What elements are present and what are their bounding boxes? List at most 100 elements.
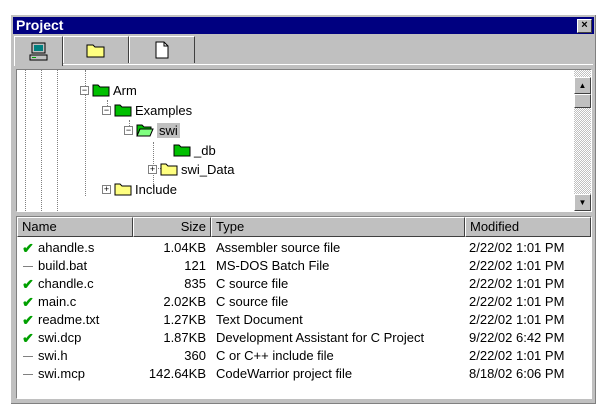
close-icon: × — [581, 19, 588, 31]
file-name: chandle.c — [38, 276, 94, 291]
tree-node-db[interactable]: _db — [173, 140, 216, 160]
file-size: 121 — [184, 258, 206, 273]
window-title: Project — [16, 17, 64, 33]
arrow-down-icon: ▼ — [578, 198, 587, 207]
file-type: Development Assistant for C Project — [216, 330, 425, 345]
tree-node-swi-data[interactable]: + swi_Data — [148, 159, 234, 179]
unchecked-dash-icon — [21, 365, 35, 383]
tree-node-include[interactable]: + Include — [102, 179, 177, 199]
file-name-cell: ✔ swi.dcp — [21, 329, 81, 347]
file-rows: ✔ ahandle.s 1.04KB Assembler source file 2/2… — [17, 239, 591, 383]
checkmark-icon: ✔ — [22, 294, 34, 310]
file-row[interactable]: ✔ swi.dcp 1.87KB Development Assistant for … — [17, 329, 591, 347]
file-size: 1.04KB — [163, 240, 206, 255]
file-size: 1.27KB — [163, 312, 206, 327]
expand-icon[interactable]: + — [102, 184, 111, 194]
file-type: CodeWarrior project file — [216, 366, 353, 381]
folder-tree[interactable]: − Arm − Examples − swi _db + swi_Data + … — [17, 70, 574, 211]
column-header-type[interactable]: Type — [211, 217, 465, 237]
file-name: readme.txt — [38, 312, 100, 327]
file-name-cell: build.bat — [21, 257, 87, 275]
project-window: Project × − Arm − Examples − swi _db + s… — [10, 14, 596, 404]
close-button[interactable]: × — [577, 19, 592, 33]
file-size: 2.02KB — [163, 294, 206, 309]
unchecked-dash-icon — [21, 347, 35, 365]
unchecked-dash-icon — [21, 257, 35, 275]
file-type: Assembler source file — [216, 240, 341, 255]
file-type: C source file — [216, 276, 289, 291]
tab-folders[interactable] — [63, 36, 129, 63]
folder-icon — [86, 44, 105, 58]
folder-icon — [173, 144, 191, 157]
file-row[interactable]: ✔ main.c 2.02KB C source file 2/22/02 1:01 P… — [17, 293, 591, 311]
arrow-up-icon: ▲ — [578, 81, 587, 90]
folder-icon — [114, 104, 132, 117]
column-header-size[interactable]: Size — [133, 217, 211, 237]
file-row[interactable]: ✔ ahandle.s 1.04KB Assembler source file 2/2… — [17, 239, 591, 257]
tab-strip — [14, 36, 593, 66]
file-modified: 2/22/02 1:01 PM — [469, 312, 565, 327]
folder-icon — [114, 183, 132, 196]
column-header-name[interactable]: Name — [17, 217, 133, 237]
file-modified: 2/22/02 1:01 PM — [469, 240, 565, 255]
checkmark-icon: ✔ — [22, 240, 34, 256]
file-size: 142.64KB — [148, 366, 206, 381]
file-modified: 2/22/02 1:01 PM — [469, 348, 565, 363]
tree-node-label: Include — [135, 181, 177, 197]
tree-node-label: Arm — [113, 82, 137, 98]
checkmark-icon: ✔ — [22, 312, 34, 328]
computer-icon — [29, 42, 47, 60]
collapse-icon[interactable]: − — [124, 125, 133, 135]
expand-icon[interactable]: + — [148, 164, 157, 174]
file-modified: 2/22/02 1:01 PM — [469, 258, 565, 273]
scroll-up-button[interactable]: ▲ — [574, 77, 591, 94]
file-row[interactable]: swi.mcp 142.64KB CodeWarrior project file 8… — [17, 365, 591, 383]
file-name: swi.mcp — [38, 366, 85, 381]
tree-scrollbar[interactable]: ▲ ▼ — [574, 70, 591, 211]
file-modified: 9/22/02 6:42 PM — [469, 330, 565, 345]
tree-node-swi[interactable]: − swi — [124, 120, 180, 140]
open-folder-icon — [136, 124, 154, 137]
tree-node-label: Examples — [135, 102, 193, 118]
file-row[interactable]: build.bat 121 MS-DOS Batch File 2/22/02 1:0… — [17, 257, 591, 275]
tab-files[interactable] — [14, 36, 63, 66]
scroll-thumb[interactable] — [574, 94, 591, 108]
file-size: 360 — [184, 348, 206, 363]
tab-strip-divider — [14, 64, 593, 65]
checkmark-icon: ✔ — [22, 276, 34, 292]
file-row[interactable]: ✔ readme.txt 1.27KB Text Document 2/22/02 1:… — [17, 311, 591, 329]
file-name: ahandle.s — [38, 240, 95, 255]
tree-node-label: swi — [157, 122, 180, 138]
folder-tree-panel: − Arm − Examples − swi _db + swi_Data + … — [16, 69, 592, 212]
file-name-cell: swi.h — [21, 347, 68, 365]
tree-node-examples[interactable]: − Examples — [102, 100, 192, 120]
file-name-cell: ✔ main.c — [21, 293, 76, 311]
column-header-modified[interactable]: Modified — [465, 217, 591, 237]
file-row[interactable]: swi.h 360 C or C++ include file 2/22/02 1:0… — [17, 347, 591, 365]
tree-node-label: swi_Data — [181, 161, 235, 177]
file-modified: 2/22/02 1:01 PM — [469, 294, 565, 309]
folder-icon — [160, 163, 178, 176]
file-type: MS-DOS Batch File — [216, 258, 330, 273]
file-list-panel: Name Size Type Modified ✔ ahandle.s 1.04KB… — [16, 216, 592, 399]
file-name: swi.h — [38, 348, 68, 363]
checkmark-icon: ✔ — [22, 330, 34, 346]
scroll-down-button[interactable]: ▼ — [574, 194, 591, 211]
file-type: C or C++ include file — [216, 348, 334, 363]
file-modified: 2/22/02 1:01 PM — [469, 276, 565, 291]
tree-guide — [57, 70, 58, 211]
file-type: C source file — [216, 294, 289, 309]
collapse-icon[interactable]: − — [80, 85, 89, 95]
tree-node-label: _db — [194, 142, 216, 158]
tree-node-arm[interactable]: − Arm — [80, 80, 137, 100]
folder-icon — [92, 84, 110, 97]
file-name-cell: ✔ readme.txt — [21, 311, 99, 329]
tab-documents[interactable] — [129, 36, 195, 63]
file-name-cell: ✔ chandle.c — [21, 275, 94, 293]
file-size: 835 — [184, 276, 206, 291]
file-row[interactable]: ✔ chandle.c 835 C source file 2/22/02 1:01 P… — [17, 275, 591, 293]
file-name: build.bat — [38, 258, 88, 273]
collapse-icon[interactable]: − — [102, 105, 111, 115]
title-bar[interactable]: Project × — [13, 17, 594, 34]
file-name: swi.dcp — [38, 330, 82, 345]
